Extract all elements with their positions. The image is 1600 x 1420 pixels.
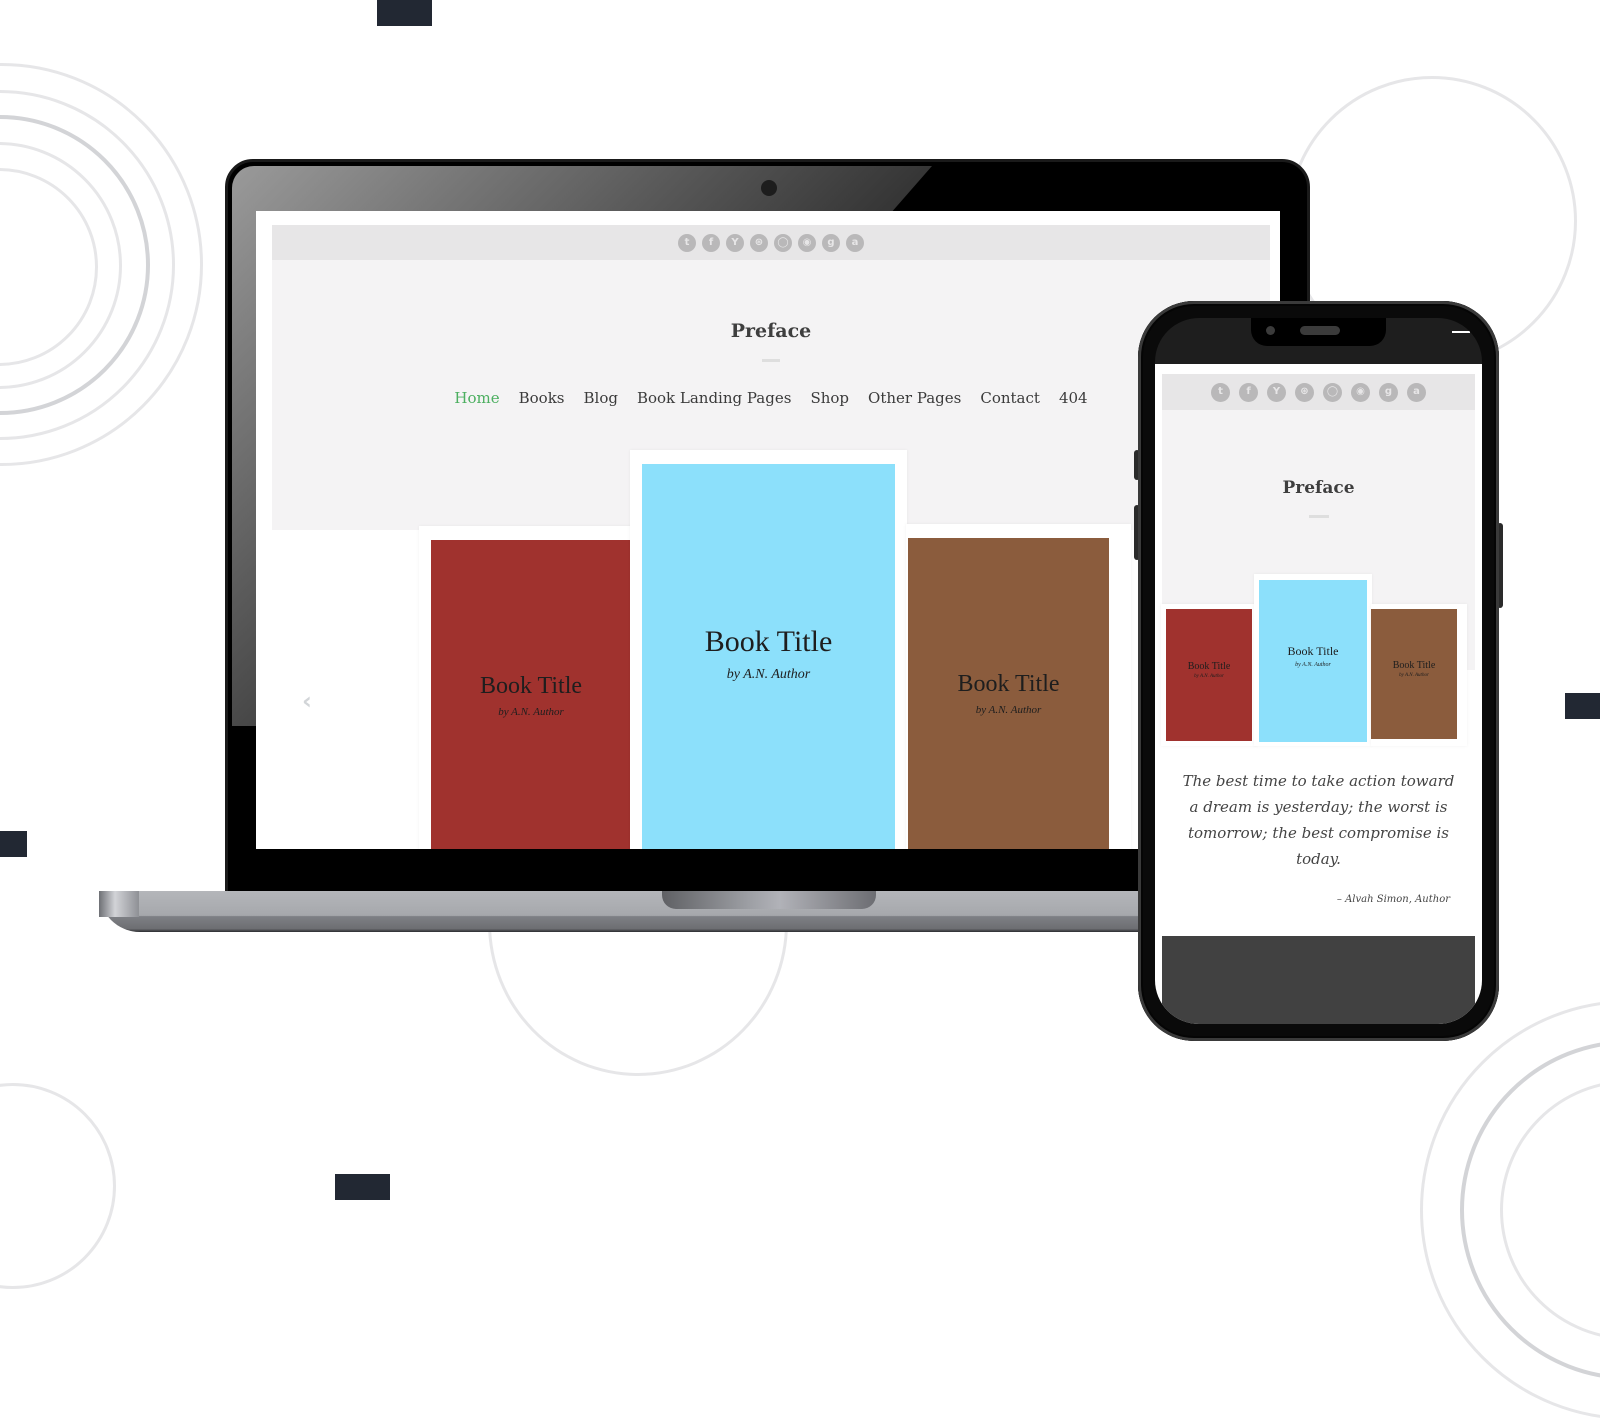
book-author: by A.N. Author bbox=[1399, 673, 1429, 678]
site-title[interactable]: Preface bbox=[1162, 478, 1475, 498]
book-author: by A.N. Author bbox=[1295, 662, 1331, 668]
decor-square bbox=[377, 0, 432, 26]
twitter-icon[interactable]: t bbox=[1211, 382, 1230, 402]
social-bar: t f Y ⊛ ◯ ◉ g a bbox=[1162, 374, 1475, 410]
book-cover: Book Title by A.N. Author bbox=[1371, 609, 1457, 739]
facebook-icon[interactable]: f bbox=[1239, 382, 1258, 402]
book-card-right[interactable]: Book Title by A.N. Author bbox=[1371, 604, 1467, 746]
nav-item-blog[interactable]: Blog bbox=[584, 389, 618, 407]
phone-page: t f Y ⊛ ◯ ◉ g a Preface Book Title by A.N. Auth… bbox=[1155, 364, 1482, 1024]
youtube-icon[interactable]: Y bbox=[1267, 382, 1286, 402]
book-card-right[interactable]: Book Title by A.N. Author bbox=[906, 524, 1131, 849]
decor-square bbox=[335, 1174, 390, 1200]
book-card-left[interactable]: Book Title by A.N. Author bbox=[1161, 604, 1257, 746]
nav-item-contact[interactable]: Contact bbox=[980, 389, 1040, 407]
book-title: Book Title bbox=[479, 672, 583, 699]
facebook-icon[interactable]: f bbox=[702, 233, 720, 252]
youtube-icon[interactable]: Y bbox=[726, 233, 744, 252]
laptop-base bbox=[99, 891, 1139, 932]
main-nav: Home Books Blog Book Landing Pages Shop Other… bbox=[272, 389, 1270, 407]
github-icon[interactable]: ◯ bbox=[1323, 382, 1342, 402]
amazon-icon[interactable]: a bbox=[1407, 382, 1426, 402]
nav-item-book-landing-pages[interactable]: Book Landing Pages bbox=[637, 389, 791, 407]
stumbleupon-icon[interactable]: ◉ bbox=[1351, 382, 1370, 402]
social-bar: t f Y ⊛ ◯ ◉ g a bbox=[272, 225, 1270, 260]
book-promo-section: Book 9 is a tail of epic bbox=[1162, 936, 1475, 1024]
book-author: by A.N. Author bbox=[726, 667, 811, 682]
laptop-camera bbox=[761, 180, 777, 196]
book-cover: Book Title by A.N. Author bbox=[1259, 580, 1367, 742]
nav-item-404[interactable]: 404 bbox=[1059, 389, 1088, 407]
decor-ring bbox=[0, 1083, 116, 1289]
phone-camera bbox=[1266, 326, 1275, 335]
goodreads-icon[interactable]: g bbox=[1379, 382, 1398, 402]
book-card-center[interactable]: Book Title by A.N. Author bbox=[630, 450, 907, 849]
menu-icon[interactable] bbox=[1452, 331, 1470, 333]
promo-text: Book 9 is a tail of epic bbox=[1162, 1023, 1475, 1024]
laptop-notch bbox=[662, 891, 876, 909]
book-title: Book Title bbox=[1187, 661, 1231, 672]
amazon-icon[interactable]: a bbox=[846, 233, 864, 252]
site-title[interactable]: Preface bbox=[272, 320, 1270, 342]
chevron-left-icon[interactable]: ‹ bbox=[302, 687, 312, 715]
nav-item-books[interactable]: Books bbox=[519, 389, 565, 407]
dribbble-icon[interactable]: ⊛ bbox=[750, 233, 768, 252]
title-divider bbox=[1309, 515, 1329, 518]
quote-author: – Alvah Simon, Author bbox=[1336, 894, 1450, 905]
book-cover: Book Title by A.N. Author bbox=[908, 538, 1109, 849]
stumbleupon-icon[interactable]: ◉ bbox=[798, 233, 816, 252]
phone-speaker bbox=[1300, 326, 1340, 335]
laptop-screen: t f Y ⊛ ◯ ◉ g a Preface Home Books Blog Book Landi… bbox=[256, 211, 1280, 849]
title-divider bbox=[762, 359, 780, 362]
goodreads-icon[interactable]: g bbox=[822, 233, 840, 252]
book-cover: Book Title by A.N. Author bbox=[1166, 609, 1252, 741]
book-author: by A.N. Author bbox=[498, 705, 564, 718]
github-icon[interactable]: ◯ bbox=[774, 233, 792, 252]
decor-square bbox=[0, 831, 27, 857]
nav-item-shop[interactable]: Shop bbox=[810, 389, 849, 407]
twitter-icon[interactable]: t bbox=[678, 233, 696, 252]
phone-screen: t f Y ⊛ ◯ ◉ g a Preface Book Title by A.N. Auth… bbox=[1155, 318, 1482, 1024]
book-title: Book Title bbox=[957, 670, 1060, 697]
book-cover: Book Title by A.N. Author bbox=[431, 540, 631, 849]
book-author: by A.N. Author bbox=[1194, 674, 1224, 679]
nav-item-home[interactable]: Home bbox=[454, 389, 499, 407]
testimonial-quote: The best time to take action toward a dr… bbox=[1182, 772, 1455, 868]
book-cover: Book Title by A.N. Author bbox=[642, 464, 895, 849]
book-card-left[interactable]: Book Title by A.N. Author bbox=[419, 526, 639, 849]
book-title: Book Title bbox=[1287, 644, 1339, 658]
laptop-base-edge bbox=[99, 891, 139, 917]
decor-square bbox=[1565, 693, 1600, 719]
dribbble-icon[interactable]: ⊛ bbox=[1295, 382, 1314, 402]
book-title: Book Title bbox=[704, 625, 833, 658]
book-card-center[interactable]: Book Title by A.N. Author bbox=[1254, 574, 1372, 746]
nav-item-other-pages[interactable]: Other Pages bbox=[868, 389, 961, 407]
book-author: by A.N. Author bbox=[975, 703, 1042, 716]
book-title: Book Title bbox=[1392, 660, 1436, 671]
